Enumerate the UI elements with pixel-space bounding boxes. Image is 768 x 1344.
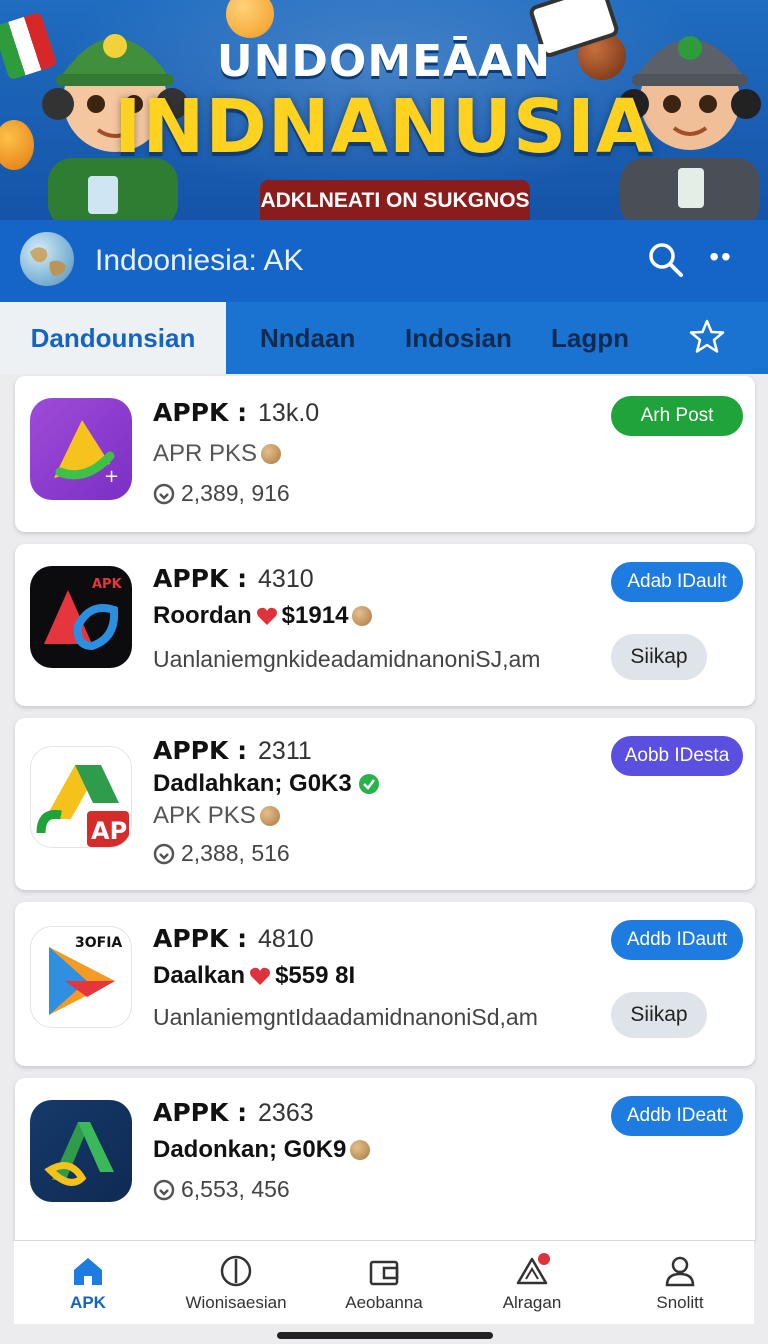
app-screen: UNDOMEĀAN INDNANUSIA ADKLNEATI ON SUKGNO… xyxy=(0,0,768,1344)
card-description: UanlaniemgnkideadamidnanoniSJ,am xyxy=(153,646,541,672)
nav-item-aeobanna[interactable]: Aeobanna xyxy=(310,1241,458,1325)
app-count: 4810 xyxy=(258,925,314,953)
app-card[interactable]: APPK : 2363 Dadonkan; G0K9 6,553, 456 Ad… xyxy=(15,1078,755,1240)
download-count: 2,388, 516 xyxy=(153,840,290,867)
card-subtitle: Roordan $1914 xyxy=(153,602,373,630)
coin-icon xyxy=(352,606,373,626)
nav-item-snolitt[interactable]: Snolitt xyxy=(606,1241,754,1325)
tab-lagpn[interactable]: Lagpn xyxy=(551,302,629,374)
app-logo-icon: AP xyxy=(30,746,132,848)
nav-label: Alragan xyxy=(502,1293,562,1312)
promo-banner[interactable]: UNDOMEĀAN INDNANUSIA ADKLNEATI ON SUKGNO… xyxy=(0,0,768,220)
card-title: APPK : 4810 xyxy=(153,924,314,953)
action-button[interactable]: Aobb IDesta xyxy=(611,736,743,776)
app-logo-icon: + xyxy=(30,398,132,500)
nav-label: Snolitt xyxy=(656,1293,704,1312)
bottom-navigation: APK Wionisaesian Aeobanna Alragan Snolit… xyxy=(14,1240,754,1324)
star-icon[interactable] xyxy=(686,316,728,358)
card-subtitle: APR PKS xyxy=(153,440,282,468)
app-bar: Indooniesia: AK •• xyxy=(0,220,768,302)
verified-icon xyxy=(359,774,380,794)
app-count: 4310 xyxy=(258,565,314,593)
app-logo-icon: 3OFIA xyxy=(30,926,132,1028)
action-button[interactable]: Arh Post xyxy=(611,396,743,436)
app-count: 13k.0 xyxy=(258,399,320,427)
coin-icon xyxy=(259,806,280,826)
nav-item-wionisaesian[interactable]: Wionisaesian xyxy=(162,1241,310,1325)
heart-icon xyxy=(256,607,277,625)
heart-icon xyxy=(250,967,271,985)
nav-label: Wionisaesian xyxy=(185,1293,287,1312)
triangle-icon xyxy=(516,1253,550,1285)
app-count: 2311 xyxy=(258,737,312,765)
person-icon xyxy=(665,1256,695,1287)
card-title: APPK : 4310 xyxy=(153,564,314,593)
download-count: 6,553, 456 xyxy=(153,1176,290,1203)
skip-button[interactable]: Siikap xyxy=(611,992,707,1038)
logo-tag-text: AP xyxy=(91,817,127,845)
app-card[interactable]: APK APPK : 4310 Roordan $1914 Uanlaniemgn… xyxy=(15,544,755,706)
coin-icon xyxy=(261,444,282,464)
card-title: APPK : 2363 xyxy=(153,1098,314,1127)
card-title: APPK : 13k.0 xyxy=(153,398,320,427)
nav-label: Aeobanna xyxy=(345,1293,423,1312)
tab-indosian[interactable]: Indosian xyxy=(405,302,512,374)
card-description: UanlaniemgntIdaadamidnanoniSd,am xyxy=(153,1004,538,1030)
app-card[interactable]: + APPK : 13k.0 APR PKS 2,389, 916 Arh Po… xyxy=(15,376,755,532)
app-card[interactable]: 3OFIA APPK : 4810 Daalkan $559 8I Uanlani… xyxy=(15,902,755,1066)
nav-label: APK xyxy=(70,1293,106,1312)
compass-icon xyxy=(220,1255,252,1287)
category-tabs: Dandounsian Nndaan Indosian Lagpn xyxy=(0,302,768,374)
tab-dandounsian[interactable]: Dandounsian xyxy=(0,302,226,374)
card-title: APPK : 2311 xyxy=(153,736,312,765)
download-icon xyxy=(153,843,175,865)
skip-button[interactable]: Siikap xyxy=(611,634,707,680)
home-indicator[interactable] xyxy=(277,1332,493,1339)
app-card[interactable]: AP APPK : 2311 Dadlahkan; G0K3 APK PKS 2… xyxy=(15,718,755,890)
banner-subtitle: UNDOMEĀAN xyxy=(216,36,552,87)
download-icon xyxy=(153,483,175,505)
wallet-icon xyxy=(369,1260,399,1286)
app-logo-icon xyxy=(30,1100,132,1202)
banner-title: INDNANUSIA xyxy=(113,84,655,170)
nav-item-alragan[interactable]: Alragan xyxy=(458,1241,606,1325)
app-count: 2363 xyxy=(258,1099,314,1127)
search-icon[interactable] xyxy=(646,240,686,280)
globe-icon xyxy=(20,232,74,286)
card-subtitle: Dadlahkan; G0K3 xyxy=(153,770,386,798)
svg-text:+: + xyxy=(104,466,119,487)
card-subtitle: Dadonkan; G0K9 xyxy=(153,1136,371,1164)
download-count: 2,389, 916 xyxy=(153,480,290,507)
app-title: Indooniesia: AK xyxy=(95,244,304,277)
card-tag: APK PKS xyxy=(153,802,280,830)
nav-item-apk[interactable]: APK xyxy=(14,1241,162,1325)
tab-nndaan[interactable]: Nndaan xyxy=(260,302,355,374)
coin-icon xyxy=(350,1140,371,1160)
home-icon xyxy=(74,1258,102,1285)
action-button[interactable]: Addb IDeatt xyxy=(611,1096,743,1136)
more-horizontal-icon[interactable]: •• xyxy=(706,243,736,276)
download-icon xyxy=(153,1179,175,1201)
card-subtitle: Daalkan $559 8I xyxy=(153,962,356,989)
logo-tag-text: 3OFIA xyxy=(75,935,122,951)
app-logo-icon: APK xyxy=(30,566,132,668)
logo-tag-text: APK xyxy=(92,577,123,592)
action-button[interactable]: Adab IDault xyxy=(611,562,743,602)
action-button[interactable]: Addb IDautt xyxy=(611,920,743,960)
banner-ribbon: ADKLNEATI ON SUKGNOS xyxy=(260,180,530,220)
